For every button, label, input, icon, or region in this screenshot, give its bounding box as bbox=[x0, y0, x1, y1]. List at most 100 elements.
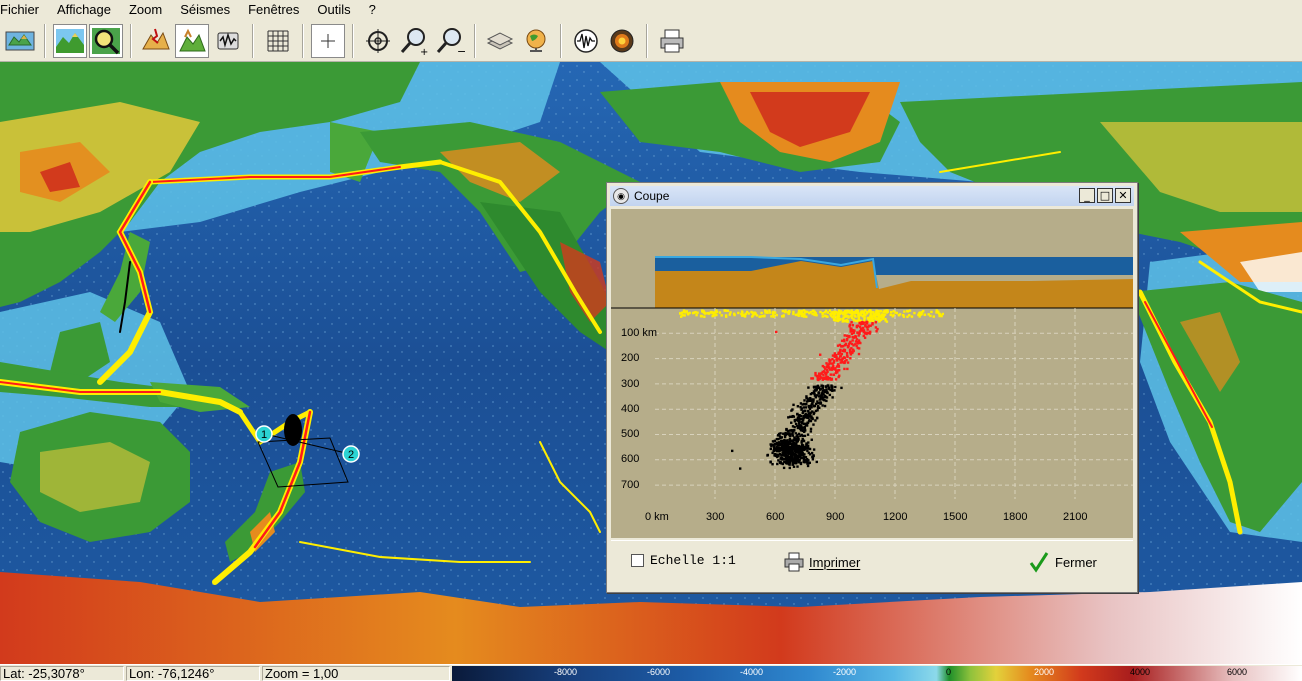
profile-marker-2[interactable]: 2 bbox=[342, 445, 360, 463]
earth-core-icon[interactable] bbox=[605, 24, 639, 58]
checkbox-box[interactable] bbox=[631, 554, 644, 567]
hypocenter-point bbox=[851, 350, 854, 354]
svg-text:2: 2 bbox=[348, 449, 354, 461]
hypocenter-point bbox=[836, 316, 839, 319]
hypocenter-point bbox=[720, 314, 723, 317]
menu-fenetres[interactable]: Fenêtres bbox=[239, 0, 308, 20]
hypocenter-point bbox=[783, 310, 787, 314]
close-button[interactable]: Fermer bbox=[1029, 549, 1097, 575]
landscape-icon[interactable] bbox=[53, 23, 87, 58]
hypocenter-point bbox=[775, 330, 778, 334]
dialog-titlebar[interactable]: ◉ Coupe _ □ ✕ bbox=[610, 186, 1134, 206]
hypocenter-point bbox=[788, 466, 791, 470]
hypocenter-point bbox=[787, 458, 790, 461]
zoom-in-icon[interactable]: + bbox=[397, 24, 431, 58]
hypocenter-point bbox=[830, 368, 834, 371]
distance-label: 2100 bbox=[1063, 511, 1087, 523]
hypocenter-point bbox=[785, 428, 788, 432]
close-window-button[interactable]: ✕ bbox=[1115, 188, 1131, 203]
hypocenter-point bbox=[859, 311, 863, 314]
depth-label: 400 bbox=[621, 403, 639, 415]
hypocenter-point bbox=[861, 314, 864, 318]
hypocenter-point bbox=[864, 323, 867, 327]
hypocenter-point bbox=[808, 447, 812, 451]
map-icon[interactable] bbox=[3, 24, 37, 58]
menu-fichier[interactable]: Fichier bbox=[0, 0, 48, 20]
hypocenter-point bbox=[897, 314, 901, 317]
hypocenter-point bbox=[786, 451, 790, 455]
hypocenter-point bbox=[843, 315, 847, 318]
hypocenter-point bbox=[851, 335, 854, 339]
hypocenter-point bbox=[791, 463, 794, 466]
hypocenter-point bbox=[809, 392, 813, 396]
profile-marker-1[interactable]: 1 bbox=[255, 425, 273, 443]
scale-label: -2000 bbox=[833, 667, 857, 677]
hypocenter-point bbox=[812, 423, 815, 426]
app-icon: ◉ bbox=[613, 188, 629, 204]
hypocenter-point bbox=[833, 389, 836, 392]
hypocenter-point bbox=[806, 449, 809, 453]
print-button[interactable]: Imprimer bbox=[783, 549, 860, 575]
printer-icon[interactable] bbox=[655, 24, 689, 58]
zoom-out-icon[interactable]: − bbox=[433, 24, 467, 58]
globe-icon[interactable] bbox=[519, 24, 553, 58]
hypocenter-point bbox=[850, 332, 854, 336]
svg-text:1: 1 bbox=[261, 429, 267, 441]
hypocenter-point bbox=[800, 414, 803, 418]
hypocenter-point bbox=[786, 442, 790, 446]
window-controls: _ □ ✕ bbox=[1079, 188, 1131, 203]
seismograph-icon[interactable] bbox=[211, 24, 245, 58]
distance-axis: 0 km 300 600 900 1200 1500 1800 2100 bbox=[645, 511, 1087, 523]
hypocenter-point bbox=[753, 312, 757, 316]
grid-icon[interactable] bbox=[261, 24, 295, 58]
target-icon[interactable] bbox=[361, 24, 395, 58]
menu-affichage[interactable]: Affichage bbox=[48, 0, 120, 20]
hypocenter-point bbox=[819, 353, 822, 356]
hypocenter-point bbox=[824, 371, 828, 375]
magnifier-map-icon[interactable] bbox=[89, 23, 123, 58]
hypocenter-point bbox=[821, 364, 825, 368]
menu-help[interactable]: ? bbox=[360, 0, 385, 20]
distance-label: 900 bbox=[826, 511, 844, 523]
hypocenter-point bbox=[680, 315, 683, 318]
scale-label: 0 bbox=[946, 667, 952, 677]
layers-icon[interactable] bbox=[483, 24, 517, 58]
hypocenter-point bbox=[788, 415, 792, 419]
hypocenter-point bbox=[910, 315, 914, 318]
hypocenter-point bbox=[807, 416, 810, 420]
hypocenter-point bbox=[841, 345, 845, 348]
toolbar-separator bbox=[474, 23, 476, 58]
hypocenter-point bbox=[819, 401, 823, 405]
maximize-button[interactable]: □ bbox=[1097, 188, 1113, 203]
menu-seismes[interactable]: Séismes bbox=[171, 0, 239, 20]
hypocenter-point bbox=[820, 384, 823, 387]
hypocenter-point bbox=[930, 310, 933, 314]
hypocenter-point bbox=[815, 460, 818, 464]
hypocenter-point bbox=[804, 446, 808, 449]
dialog-title: Coupe bbox=[634, 189, 670, 203]
hypocenter-point bbox=[811, 455, 814, 459]
hypocenter-point bbox=[800, 309, 803, 313]
hypocenter-point bbox=[878, 319, 882, 322]
hypocenter-point bbox=[855, 344, 858, 348]
hypocenter-point bbox=[844, 310, 848, 314]
toolbar: + − bbox=[0, 20, 1302, 62]
crosshair-icon[interactable] bbox=[311, 23, 345, 58]
relief-icon[interactable] bbox=[175, 23, 209, 58]
earthquake-icon[interactable] bbox=[139, 24, 173, 58]
hypocenter-point bbox=[917, 313, 920, 316]
hypocenter-point bbox=[840, 352, 844, 356]
menu-outils[interactable]: Outils bbox=[308, 0, 359, 20]
scale-checkbox[interactable]: Echelle 1:1 bbox=[631, 553, 736, 568]
hypocenter-point bbox=[882, 310, 885, 313]
waveform-icon[interactable] bbox=[569, 24, 603, 58]
hypocenter-point bbox=[773, 439, 777, 443]
hypocenter-point bbox=[751, 311, 754, 314]
hypocenter-point bbox=[804, 456, 808, 459]
toolbar-separator bbox=[130, 23, 132, 58]
menu-zoom[interactable]: Zoom bbox=[120, 0, 171, 20]
hypocenter-point bbox=[701, 310, 704, 313]
hypocenter-point bbox=[807, 412, 810, 415]
hypocenter-point bbox=[825, 396, 829, 399]
minimize-button[interactable]: _ bbox=[1079, 188, 1095, 203]
